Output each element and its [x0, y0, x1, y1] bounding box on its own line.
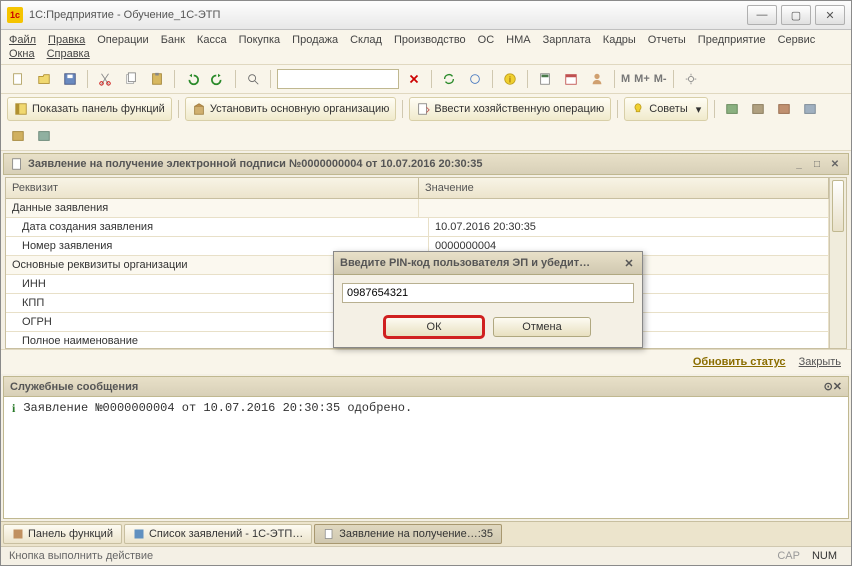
calc-icon[interactable]: [534, 68, 556, 90]
user-icon[interactable]: [586, 68, 608, 90]
menu-edit[interactable]: Правка: [48, 34, 85, 46]
menu-cash[interactable]: Касса: [197, 34, 227, 46]
message-text: Заявление №0000000004 от 10.07.2016 20:3…: [23, 401, 412, 415]
messages-pin-button[interactable]: ⊙: [824, 380, 833, 393]
menu-windows[interactable]: Окна: [9, 48, 35, 60]
ok-button[interactable]: ОК: [385, 317, 483, 337]
taskbar: Панель функций Список заявлений - 1С-ЭТП…: [1, 521, 851, 546]
toolbar-actions: Показать панель функций Установить основ…: [1, 94, 851, 151]
titlebar: 1c 1С:Предприятие - Обучение_1С-ЭТП — ▢ …: [1, 1, 851, 30]
document-title: Заявление на получение электронной подпи…: [28, 158, 483, 170]
save-icon[interactable]: [59, 68, 81, 90]
calendar-icon[interactable]: [560, 68, 582, 90]
close-link[interactable]: Закрыть: [799, 356, 841, 368]
menu-nma[interactable]: НМА: [506, 34, 530, 46]
set-org-button[interactable]: Установить основную организацию: [185, 97, 397, 121]
cell-attr: Данные заявления: [6, 199, 419, 217]
task-applications-list[interactable]: Список заявлений - 1С-ЭТП…: [124, 524, 312, 544]
svg-text:i: i: [509, 75, 511, 85]
menu-bank[interactable]: Банк: [161, 34, 185, 46]
window-title: 1С:Предприятие - Обучение_1С-ЭТП: [29, 9, 747, 21]
tips-button[interactable]: Советы▾: [624, 97, 708, 121]
task-panel-functions[interactable]: Панель функций: [3, 524, 122, 544]
menu-os[interactable]: ОС: [478, 34, 495, 46]
tb-icon-6[interactable]: [33, 125, 55, 147]
menu-enterprise[interactable]: Предприятие: [698, 34, 766, 46]
doc-min-button[interactable]: _: [792, 157, 806, 171]
redo-icon[interactable]: [207, 68, 229, 90]
m-plus-button[interactable]: M+: [634, 73, 650, 85]
paste-icon[interactable]: [146, 68, 168, 90]
menu-sale[interactable]: Продажа: [292, 34, 338, 46]
menu-salary[interactable]: Зарплата: [543, 34, 591, 46]
menu-help[interactable]: Справка: [47, 48, 90, 60]
num-indicator: NUM: [806, 550, 843, 562]
close-button[interactable]: ✕: [815, 5, 845, 25]
pin-dialog: Введите PIN-код пользователя ЭП и убедит…: [333, 251, 643, 348]
menu-service[interactable]: Сервис: [778, 34, 816, 46]
doc-max-button[interactable]: □: [810, 157, 824, 171]
doc-close-button[interactable]: ✕: [828, 157, 842, 171]
cell-val: [419, 199, 829, 217]
cell-val: 10.07.2016 20:30:35: [429, 218, 829, 236]
tb-icon-2[interactable]: [747, 98, 769, 120]
messages-title: Служебные сообщения: [10, 381, 138, 393]
undo-icon[interactable]: [181, 68, 203, 90]
settings-icon[interactable]: [680, 68, 702, 90]
document-actions: Обновить статус Закрыть: [1, 349, 851, 374]
show-panel-button[interactable]: Показать панель функций: [7, 97, 172, 121]
info-icon: i: [12, 401, 15, 416]
dialog-title: Введите PIN-код пользователя ЭП и убедит…: [340, 257, 590, 269]
messages-header: Служебные сообщения ⊙ ✕: [3, 376, 849, 397]
col-attribute[interactable]: Реквизит: [6, 178, 419, 198]
m-button[interactable]: M: [621, 73, 630, 85]
menu-file[interactable]: Файл: [9, 34, 36, 46]
tb-icon-1[interactable]: [721, 98, 743, 120]
refresh-status-link[interactable]: Обновить статус: [693, 356, 786, 368]
menu-purchase[interactable]: Покупка: [239, 34, 281, 46]
status-hint: Кнопка выполнить действие: [9, 550, 153, 562]
table-row[interactable]: Данные заявления: [6, 199, 829, 218]
table-scrollbar[interactable]: [829, 178, 846, 348]
menu-production[interactable]: Производство: [394, 34, 466, 46]
enter-op-button[interactable]: Ввести хозяйственную операцию: [409, 97, 611, 121]
new-icon[interactable]: [7, 68, 29, 90]
menu-reports[interactable]: Отчеты: [648, 34, 686, 46]
open-icon[interactable]: [33, 68, 55, 90]
search-input[interactable]: [277, 69, 399, 89]
tb-icon-3[interactable]: [773, 98, 795, 120]
table-row[interactable]: Дата создания заявления10.07.2016 20:30:…: [6, 218, 829, 237]
pin-input[interactable]: [342, 283, 634, 303]
minimize-button[interactable]: —: [747, 5, 777, 25]
cut-icon[interactable]: [94, 68, 116, 90]
dialog-close-button[interactable]: ✕: [622, 256, 636, 270]
tb-icon-5[interactable]: [7, 125, 29, 147]
cell-attr: Дата создания заявления: [6, 218, 429, 236]
document-header: Заявление на получение электронной подпи…: [3, 153, 849, 175]
menubar: Файл Правка Операции Банк Касса Покупка …: [1, 30, 851, 65]
doc-icon: [10, 157, 24, 171]
info-icon[interactable]: i: [499, 68, 521, 90]
menu-hr[interactable]: Кадры: [603, 34, 636, 46]
cancel-button[interactable]: Отмена: [493, 317, 591, 337]
toolbar-main: i M M+ M-: [1, 65, 851, 94]
app-logo-icon: 1c: [7, 7, 23, 23]
tb-icon-4[interactable]: [799, 98, 821, 120]
menu-warehouse[interactable]: Склад: [350, 34, 382, 46]
maximize-button[interactable]: ▢: [781, 5, 811, 25]
clear-search-icon[interactable]: [403, 68, 425, 90]
messages-close-button[interactable]: ✕: [833, 380, 842, 393]
link-icon[interactable]: [464, 68, 486, 90]
messages-body: i Заявление №0000000004 от 10.07.2016 20…: [3, 397, 849, 519]
cap-indicator: CAP: [771, 550, 806, 562]
m-minus-button[interactable]: M-: [654, 73, 667, 85]
statusbar: Кнопка выполнить действие CAP NUM: [1, 546, 851, 565]
menu-operations[interactable]: Операции: [97, 34, 148, 46]
copy-icon[interactable]: [120, 68, 142, 90]
col-value[interactable]: Значение: [419, 178, 829, 198]
task-current-doc[interactable]: Заявление на получение…:35: [314, 524, 502, 544]
refresh-icon[interactable]: [438, 68, 460, 90]
search-icon[interactable]: [242, 68, 264, 90]
